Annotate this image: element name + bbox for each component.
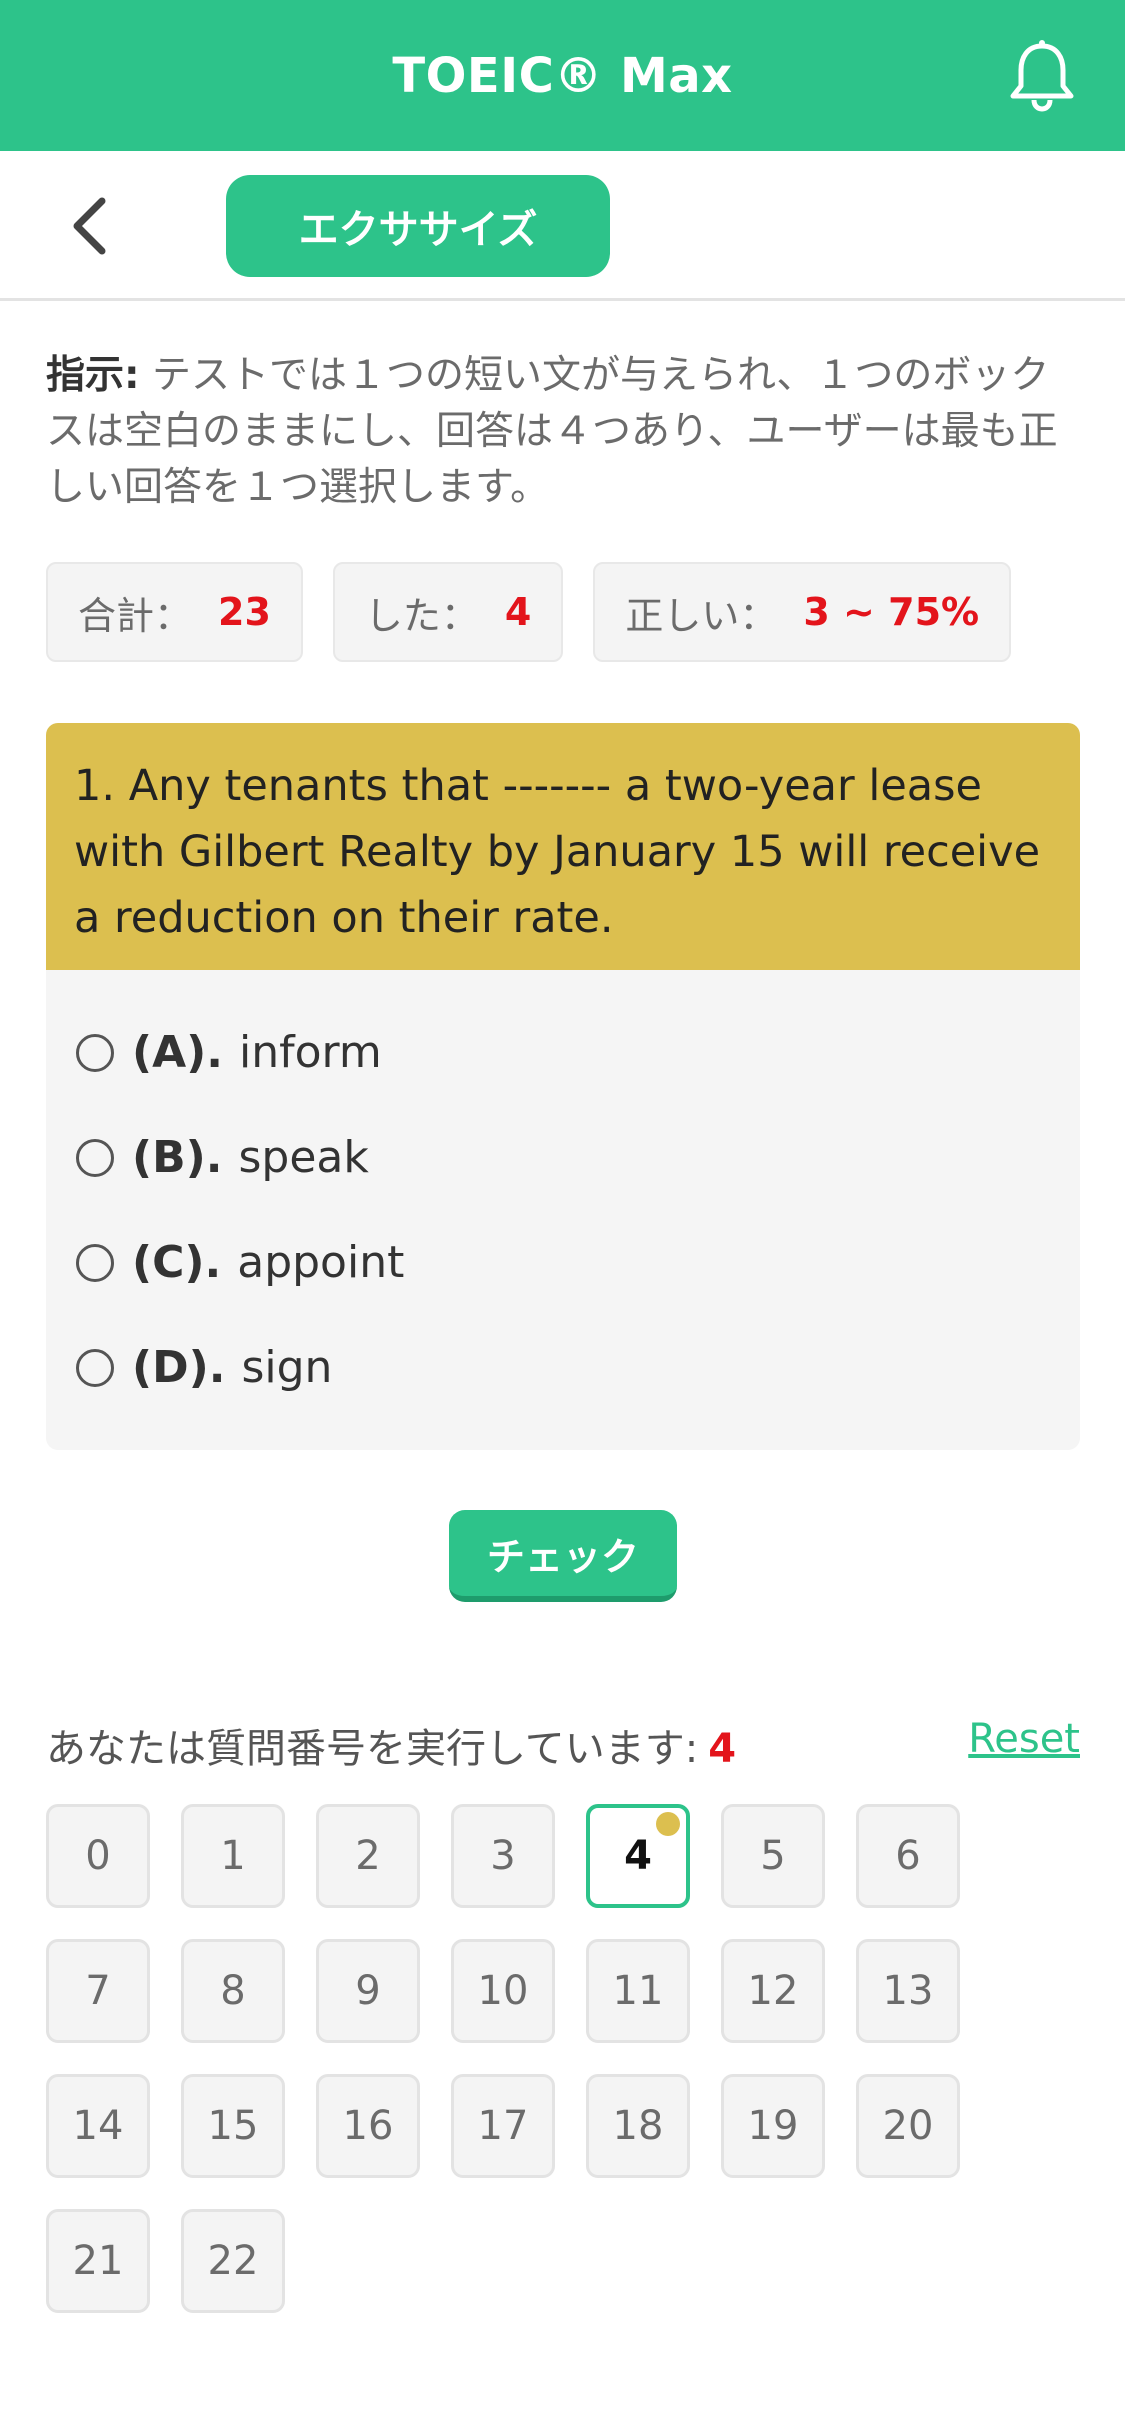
stat-done-label: した：	[364, 593, 479, 638]
option-a[interactable]: (A). inform	[76, 1000, 1050, 1105]
stat-correct-label: 正しい：	[625, 593, 778, 638]
question-number-button[interactable]: 13	[856, 1939, 960, 2043]
radio-button[interactable]	[76, 1243, 114, 1282]
question-number-button[interactable]: 4	[586, 1804, 690, 1908]
sub-navigation: エクササイズ	[0, 151, 1125, 301]
instruction-body: テストでは１つの短い文が与えられ、１つのボックスは空白のままにし、回答は４つあり…	[46, 353, 1058, 510]
question-number-button[interactable]: 14	[46, 2074, 150, 2178]
question-number-button[interactable]: 6	[856, 1804, 960, 1908]
question-number-label: 8	[220, 1968, 246, 2014]
current-indicator-dot	[656, 1812, 680, 1836]
option-text: speak	[238, 1132, 369, 1183]
question-number-label: 3	[490, 1833, 516, 1879]
stat-correct-value: 3 ~ 75%	[803, 590, 980, 634]
question-number-label: 22	[207, 2238, 259, 2284]
question-number-button[interactable]: 10	[451, 1939, 555, 2043]
radio-button[interactable]	[76, 1033, 114, 1072]
question-number-label: 10	[477, 1968, 529, 2014]
option-text: appoint	[237, 1237, 405, 1288]
question-number-button[interactable]: 18	[586, 2074, 690, 2178]
option-letter: (C).	[132, 1237, 222, 1288]
option-letter: (A).	[132, 1027, 223, 1078]
question-number-button[interactable]: 16	[316, 2074, 420, 2178]
question-number-label: 12	[747, 1968, 799, 2014]
question-number-label: 13	[882, 1968, 934, 2014]
option-letter: (B).	[132, 1132, 223, 1183]
question-number-label: 4	[624, 1833, 652, 1879]
stat-total-label: 合計：	[78, 593, 193, 638]
question-number-label: 15	[207, 2103, 259, 2149]
question-number-button[interactable]: 19	[721, 2074, 825, 2178]
stat-done: した： 4	[332, 562, 564, 662]
progress-status: あなたは質問番号を実行しています: 4	[46, 1716, 736, 1774]
question-card: 1. Any tenants that ------- a two-year l…	[46, 723, 1080, 1450]
question-number-label: 16	[342, 2103, 394, 2149]
bell-icon[interactable]	[1007, 38, 1077, 112]
reset-link[interactable]: Reset	[968, 1716, 1080, 1762]
top-bar: TOEIC® Max	[0, 0, 1125, 151]
question-number-label: 21	[72, 2238, 124, 2284]
question-number-button[interactable]: 15	[181, 2074, 285, 2178]
question-number-label: 17	[477, 2103, 529, 2149]
option-c[interactable]: (C). appoint	[76, 1210, 1050, 1315]
option-d[interactable]: (D). sign	[76, 1315, 1050, 1420]
question-number-label: 5	[760, 1833, 786, 1879]
app-title: TOEIC® Max	[392, 47, 733, 104]
question-number-label: 19	[747, 2103, 799, 2149]
question-number-label: 2	[355, 1833, 381, 1879]
answer-options: (A). inform (B). speak (C). appoint (D).…	[46, 970, 1080, 1450]
chevron-left-icon[interactable]	[62, 191, 122, 261]
radio-button[interactable]	[76, 1348, 114, 1387]
question-number-label: 7	[85, 1968, 111, 2014]
question-number-button[interactable]: 11	[586, 1939, 690, 2043]
question-number-label: 9	[355, 1968, 381, 2014]
question-number-button[interactable]: 7	[46, 1939, 150, 2043]
question-number-button[interactable]: 9	[316, 1939, 420, 2043]
option-b[interactable]: (B). speak	[76, 1105, 1050, 1210]
question-number-button[interactable]: 1	[181, 1804, 285, 1908]
question-number-button[interactable]: 8	[181, 1939, 285, 2043]
question-number-button[interactable]: 5	[721, 1804, 825, 1908]
option-text: sign	[241, 1342, 333, 1393]
question-number-button[interactable]: 17	[451, 2074, 555, 2178]
question-text: 1. Any tenants that ------- a two-year l…	[46, 723, 1080, 970]
question-number-label: 18	[612, 2103, 664, 2149]
question-number-button[interactable]: 3	[451, 1804, 555, 1908]
stat-correct: 正しい： 3 ~ 75%	[593, 562, 1012, 662]
stat-total: 合計： 23	[46, 562, 303, 662]
question-number-label: 1	[220, 1833, 246, 1879]
question-number-button[interactable]: 12	[721, 1939, 825, 2043]
question-number-button[interactable]: 21	[46, 2209, 150, 2313]
instruction-label: 指示:	[46, 353, 140, 398]
question-number-label: 6	[895, 1833, 921, 1879]
option-text: inform	[239, 1027, 382, 1078]
question-number-label: 20	[882, 2103, 934, 2149]
question-number-label: 11	[612, 1968, 664, 2014]
question-number-label: 0	[85, 1833, 111, 1879]
question-number-button[interactable]: 2	[316, 1804, 420, 1908]
stat-total-value: 23	[218, 590, 271, 634]
question-number-button[interactable]: 22	[181, 2209, 285, 2313]
tab-exercise[interactable]: エクササイズ	[226, 175, 610, 277]
stat-done-value: 4	[504, 590, 532, 634]
question-number-button[interactable]: 20	[856, 2074, 960, 2178]
question-number-grid: 0 1 2 3 4 5 6 7 8 9 10 11 12 13 14 15 16 17 18 19 20 21 22	[46, 1804, 1046, 2313]
stats-row: 合計： 23 した： 4 正しい： 3 ~ 75%	[46, 562, 1012, 662]
current-question-number: 4	[708, 1726, 737, 1772]
progress-label: あなたは質問番号を実行しています:	[46, 1726, 699, 1772]
radio-button[interactable]	[76, 1138, 114, 1177]
question-number-button[interactable]: 0	[46, 1804, 150, 1908]
check-button[interactable]: チェック	[449, 1510, 677, 1602]
question-number-label: 14	[72, 2103, 124, 2149]
instruction-text: 指示: テストでは１つの短い文が与えられ、１つのボックスは空白のままにし、回答は…	[46, 348, 1076, 516]
option-letter: (D).	[132, 1342, 226, 1393]
